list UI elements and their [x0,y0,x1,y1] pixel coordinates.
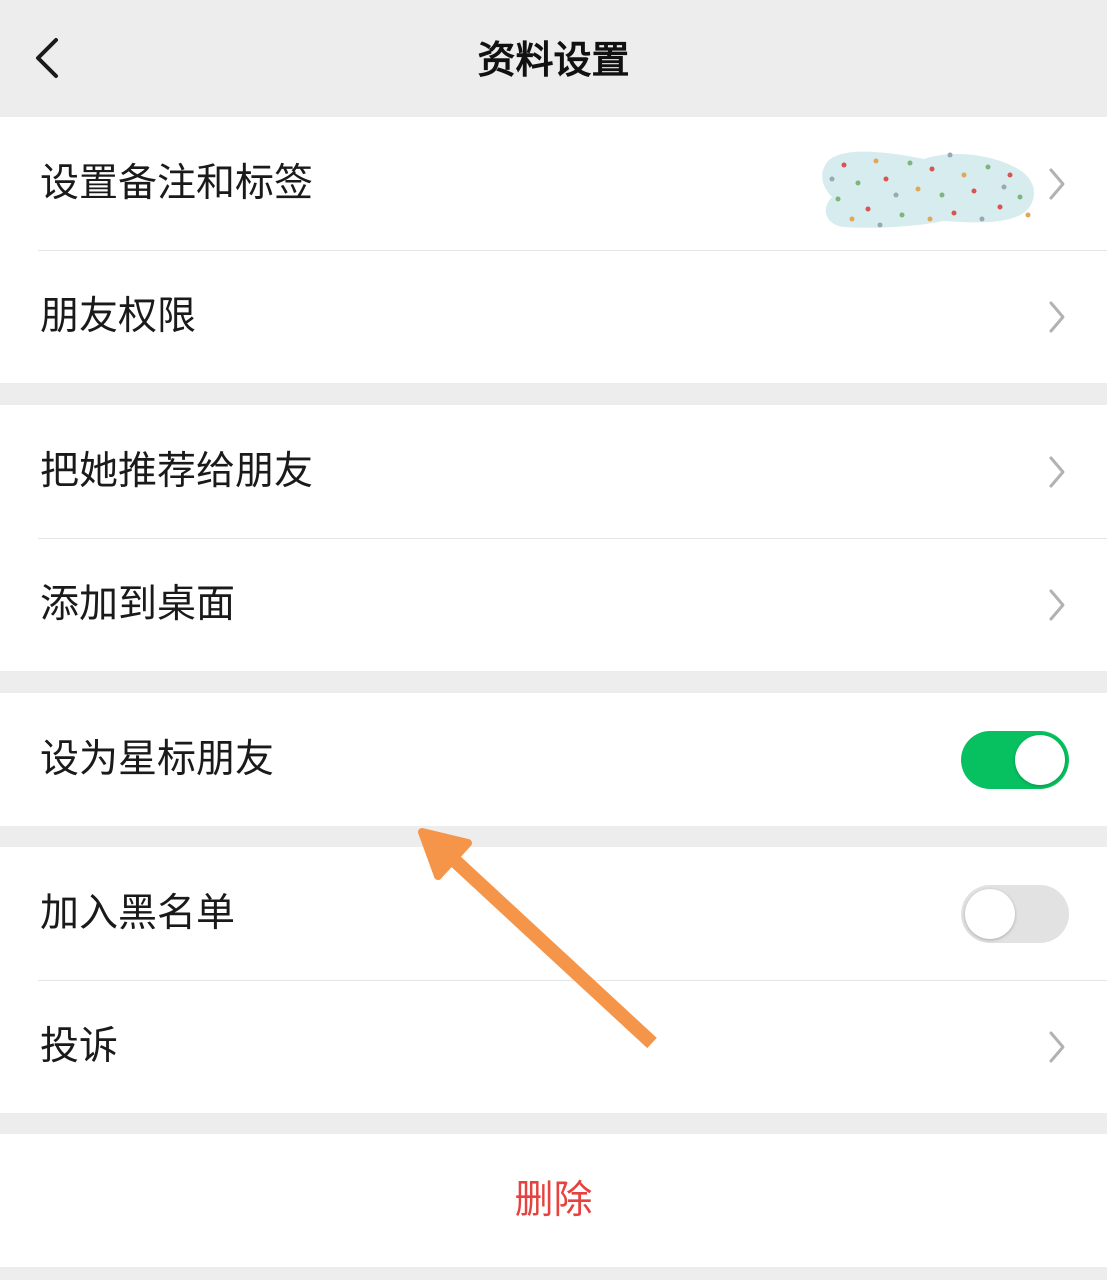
report-row[interactable]: 投诉 [0,980,1107,1113]
page-title: 资料设置 [477,38,630,82]
blacklist-label: 加入黑名单 [40,891,236,936]
friend-permissions-row[interactable]: 朋友权限 [0,250,1107,383]
share-group: 把她推荐给朋友 添加到桌面 [0,405,1107,671]
remark-and-tags-row[interactable]: 设置备注和标签 [0,117,1107,250]
block-group: 加入黑名单 投诉 [0,847,1107,1113]
recommend-to-friend-label: 把她推荐给朋友 [40,449,314,494]
chevron-right-icon [1049,168,1065,199]
blacklist-row: 加入黑名单 [0,847,1107,980]
recommend-to-friend-row[interactable]: 把她推荐给朋友 [0,405,1107,538]
toggle-knob [1015,734,1065,785]
remark-group: 设置备注和标签 朋友权限 [0,117,1107,383]
star-friend-row: 设为星标朋友 [0,693,1107,826]
friend-permissions-label: 朋友权限 [40,294,197,339]
star-friend-label: 设为星标朋友 [40,737,275,782]
delete-button[interactable]: 删除 [0,1134,1107,1267]
add-to-desktop-label: 添加到桌面 [40,582,236,627]
star-group: 设为星标朋友 [0,693,1107,826]
report-label: 投诉 [40,1024,119,1069]
chevron-right-icon [1049,1031,1065,1062]
chevron-right-icon [1049,456,1065,487]
delete-group: 删除 [0,1134,1107,1267]
star-friend-toggle[interactable] [961,730,1069,789]
chevron-right-icon [1049,301,1065,332]
add-to-desktop-row[interactable]: 添加到桌面 [0,538,1107,671]
remark-and-tags-label: 设置备注和标签 [40,161,314,206]
nav-bar: 资料设置 [0,0,1107,116]
toggle-knob [965,888,1015,939]
delete-label: 删除 [514,1178,593,1223]
blacklist-toggle[interactable] [961,884,1069,943]
chevron-right-icon [1049,589,1065,620]
masked-value [822,151,1034,228]
